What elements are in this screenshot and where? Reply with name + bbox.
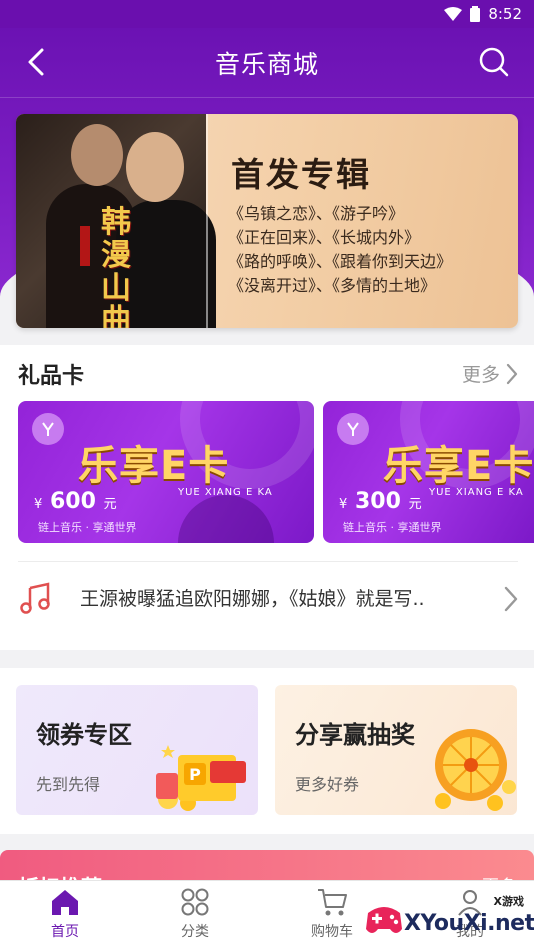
- gift-card-section: 礼品卡 更多 乐享E卡 YUE XIANG E KA ¥ 600 元 链上音乐 …: [0, 345, 534, 650]
- status-time: 8:52: [488, 5, 522, 23]
- brand-logo-icon: [337, 413, 369, 445]
- promo-subtitle: 更多好券: [295, 775, 360, 794]
- home-icon: [52, 890, 78, 915]
- album-calligraphy: 韩漫山曲: [92, 202, 140, 328]
- chevron-right-icon: [506, 363, 518, 384]
- back-button[interactable]: [18, 44, 54, 80]
- svg-text:漫: 漫: [101, 238, 131, 273]
- svg-text:P: P: [189, 765, 201, 784]
- section-title: 礼品卡: [18, 364, 85, 389]
- tab-label: 首页: [51, 924, 79, 940]
- banner-divider: [206, 114, 208, 328]
- svg-text:山: 山: [101, 271, 131, 306]
- site-watermark: X游戏 XYouXi.net: [360, 893, 534, 949]
- promo-subtitle: 先到先得: [36, 775, 101, 794]
- search-icon: [479, 47, 509, 77]
- gift-more-link[interactable]: 更多: [462, 360, 518, 387]
- battery-icon: [470, 6, 481, 22]
- cart-icon: [318, 889, 347, 916]
- music-note-icon: [20, 581, 50, 614]
- card-slogan: 链上音乐 · 享通世界: [38, 521, 137, 534]
- news-headline: 王源被曝猛追欧阳娜娜，《姑娘》就是写..: [80, 588, 425, 610]
- track-line: 《正在回来》、《长城内外》: [228, 228, 421, 247]
- news-ticker[interactable]: 王源被曝猛追欧阳娜娜，《姑娘》就是写..: [18, 561, 518, 633]
- watermark-text: XYouXi.net: [404, 911, 534, 936]
- card-subtitle: YUE XIANG E KA: [178, 487, 273, 498]
- card-subtitle: YUE XIANG E KA: [429, 487, 524, 498]
- coupon-wallet-icon: P: [156, 745, 246, 811]
- track-line: 《乌镇之恋》、《游子吟》: [228, 204, 405, 223]
- more-label: 更多: [461, 364, 500, 386]
- gift-section-header: 礼品卡 更多: [18, 357, 518, 391]
- gift-card-600[interactable]: 乐享E卡 YUE XIANG E KA ¥ 600 元 链上音乐 · 享通世界: [18, 401, 314, 543]
- card-price: ¥ 300 元: [339, 489, 422, 514]
- share-lottery-card[interactable]: 分享赢抽奖 更多好券: [275, 685, 517, 815]
- artist-photo: 韩漫山曲: [16, 114, 216, 328]
- track-line: 《没离开过》、《多情的土地》: [228, 276, 437, 295]
- status-bar: 8:52: [0, 0, 534, 28]
- tab-label: 分类: [181, 924, 209, 940]
- album-track-list: 《乌镇之恋》、《游子吟》 《正在回来》、《长城内外》 《路的呼唤》、《跟着你到天…: [228, 202, 452, 298]
- seal-mark: [80, 226, 90, 266]
- search-button[interactable]: [476, 44, 512, 80]
- tab-label: 购物车: [311, 924, 353, 940]
- grid-icon: [181, 888, 209, 916]
- card-title: 乐享E卡: [78, 443, 230, 489]
- coupon-zone-card[interactable]: 领券专区 先到先得 P: [16, 685, 258, 815]
- nav-bar: 音乐商城: [0, 28, 534, 98]
- album-banner[interactable]: 韩漫山曲 首发专辑 《乌镇之恋》、《游子吟》 《正在回来》、《长城内外》 《路的…: [16, 114, 518, 328]
- gamepad-logo-icon: [366, 907, 402, 933]
- promo-title: 领券专区: [36, 721, 132, 749]
- card-price: ¥ 600 元: [34, 489, 117, 514]
- track-line: 《路的呼唤》、《跟着你到天边》: [228, 252, 453, 271]
- promo-section: 领券专区 先到先得 P 分享赢抽奖 更多好券: [0, 668, 534, 834]
- watermark-small-text: X游戏: [493, 895, 524, 908]
- wifi-icon: [444, 7, 463, 21]
- card-title: 乐享E卡: [383, 443, 534, 489]
- page-title: 音乐商城: [214, 49, 319, 79]
- banner-title: 首发专辑: [231, 155, 371, 194]
- svg-text:韩: 韩: [101, 205, 131, 240]
- chevron-right-icon: [504, 586, 518, 612]
- tab-home[interactable]: 首页: [20, 887, 110, 947]
- promo-title: 分享赢抽奖: [295, 721, 415, 749]
- tab-category[interactable]: 分类: [150, 887, 240, 947]
- disc-decoration: [178, 495, 274, 543]
- svg-text:曲: 曲: [101, 303, 131, 328]
- lottery-wheel-icon: [435, 729, 516, 811]
- card-slogan: 链上音乐 · 享通世界: [343, 521, 442, 534]
- gift-card-300[interactable]: 乐享E卡 YUE XIANG E KA ¥ 300 元 链上音乐 · 享通世界: [323, 401, 534, 543]
- chevron-left-icon: [28, 48, 44, 76]
- brand-logo-icon: [32, 413, 64, 445]
